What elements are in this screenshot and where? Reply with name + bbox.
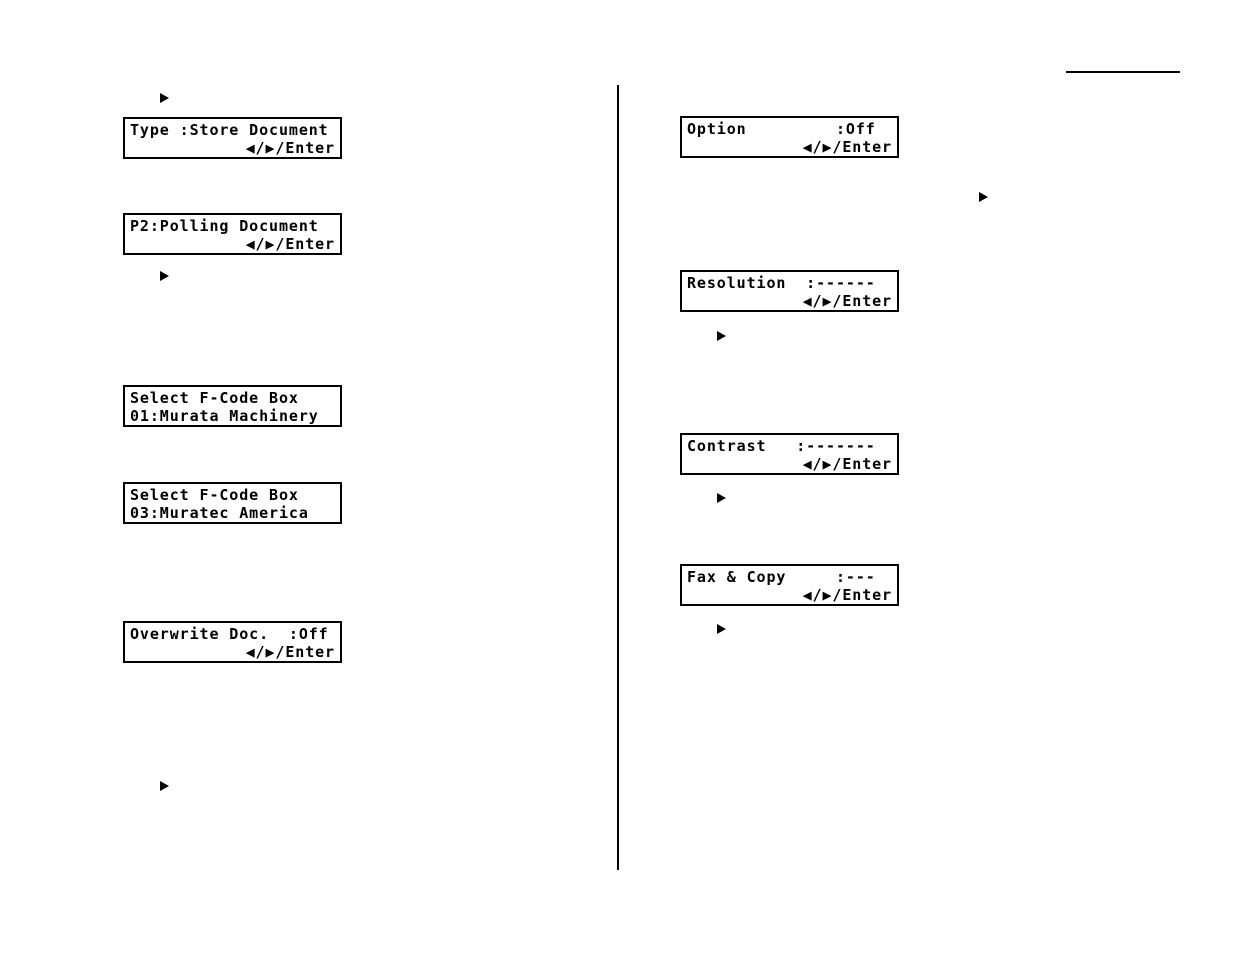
lcd-line-1: Select F-Code Box <box>130 389 299 407</box>
flow-arrow-right-icon <box>160 271 169 281</box>
flow-arrow-right-icon <box>160 781 169 791</box>
lcd-line-2: ◀/▶/Enter <box>802 138 892 156</box>
lcd-panel-select-fcode-box-01[interactable]: Select F-Code Box 01:Murata Machinery <box>123 385 342 427</box>
lcd-panel-resolution[interactable]: Resolution :------ ◀/▶/Enter <box>680 270 899 312</box>
top-right-header-rule <box>1066 71 1180 73</box>
flow-arrow-right-icon <box>717 493 726 503</box>
lcd-line-2: ◀/▶/Enter <box>802 586 892 604</box>
lcd-panel-select-fcode-box-03[interactable]: Select F-Code Box 03:Muratec America <box>123 482 342 524</box>
lcd-line-2: ◀/▶/Enter <box>802 455 892 473</box>
column-divider-line <box>617 85 619 870</box>
lcd-panel-fax-and-copy[interactable]: Fax & Copy :--- ◀/▶/Enter <box>680 564 899 606</box>
flow-arrow-right-icon <box>717 331 726 341</box>
flow-arrow-right-icon <box>160 93 169 103</box>
lcd-line-1: Option :Off <box>687 120 876 138</box>
lcd-line-1: Contrast :------- <box>687 437 876 455</box>
lcd-panel-overwrite-doc[interactable]: Overwrite Doc. :Off ◀/▶/Enter <box>123 621 342 663</box>
lcd-line-2: 01:Murata Machinery <box>130 407 319 425</box>
lcd-panel-option[interactable]: Option :Off ◀/▶/Enter <box>680 116 899 158</box>
lcd-line-2: ◀/▶/Enter <box>802 292 892 310</box>
lcd-line-1: Select F-Code Box <box>130 486 299 504</box>
lcd-line-1: Type :Store Document <box>130 121 329 139</box>
lcd-line-1: Fax & Copy :--- <box>687 568 876 586</box>
lcd-line-1: P2:Polling Document <box>130 217 319 235</box>
flow-arrow-right-icon <box>717 624 726 634</box>
lcd-line-2: 03:Muratec America <box>130 504 309 522</box>
lcd-panel-contrast[interactable]: Contrast :------- ◀/▶/Enter <box>680 433 899 475</box>
lcd-line-2: ◀/▶/Enter <box>245 139 335 157</box>
page-canvas: Type :Store Document ◀/▶/Enter P2:Polling … <box>0 0 1235 954</box>
lcd-panel-p2-polling-document[interactable]: P2:Polling Document ◀/▶/Enter <box>123 213 342 255</box>
lcd-line-1: Overwrite Doc. :Off <box>130 625 329 643</box>
lcd-line-1: Resolution :------ <box>687 274 876 292</box>
flow-arrow-right-icon <box>979 192 988 202</box>
lcd-panel-type-store-document[interactable]: Type :Store Document ◀/▶/Enter <box>123 117 342 159</box>
lcd-line-2: ◀/▶/Enter <box>245 643 335 661</box>
lcd-line-2: ◀/▶/Enter <box>245 235 335 253</box>
